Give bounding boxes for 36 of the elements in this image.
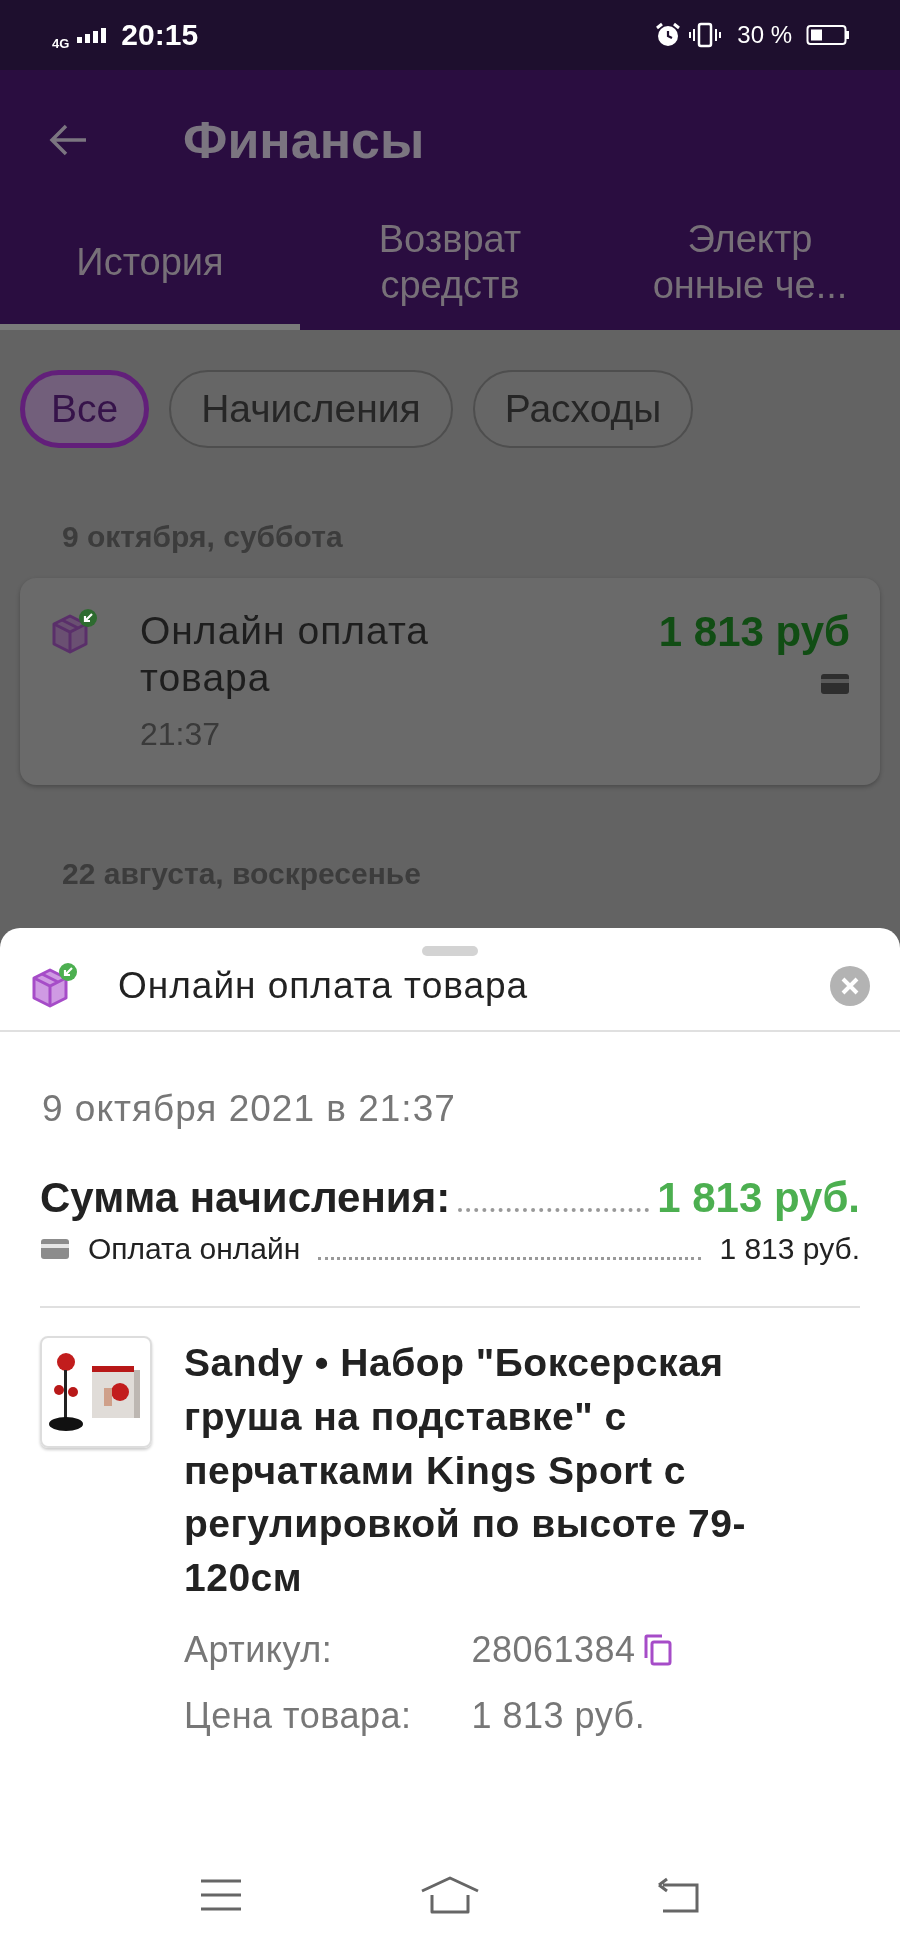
transaction-datetime: 9 октября 2021 в 21:37 <box>42 1088 457 1130</box>
filter-chip[interactable]: Начисления <box>169 370 453 448</box>
drag-handle[interactable] <box>422 946 478 956</box>
vibrate-icon <box>689 22 722 48</box>
total-label: Сумма начисления: <box>40 1174 451 1222</box>
network-label: 4G <box>52 36 70 51</box>
card-icon <box>40 1237 70 1261</box>
screen-title: Финансы <box>183 110 425 170</box>
status-time: 20:15 <box>121 18 199 52</box>
field-label: Цена товара: <box>184 1695 412 1738</box>
copy-icon[interactable] <box>643 1634 672 1667</box>
field-value: 28061384 <box>471 1629 636 1672</box>
total-amount: 1 813 руб. <box>657 1174 860 1222</box>
home-icon[interactable] <box>420 1875 480 1915</box>
field-value: 1 813 руб. <box>471 1695 646 1738</box>
payment-amount: 1 813 руб. <box>719 1232 860 1266</box>
alarm-clock-icon <box>655 22 682 48</box>
tab[interactable]: Электр онные че... <box>600 210 900 330</box>
field-label: Артикул: <box>184 1629 334 1672</box>
battery-percent: 30 % <box>737 21 792 49</box>
menu-icon[interactable] <box>198 1878 243 1912</box>
back-icon[interactable] <box>657 1877 702 1913</box>
tab[interactable]: Возврат средств <box>300 210 600 330</box>
card-icon <box>820 672 850 696</box>
transaction-amount: 1 813 руб <box>658 608 850 656</box>
back-arrow-icon[interactable] <box>48 123 88 157</box>
filter-chip[interactable]: Все <box>20 370 150 448</box>
sheet-title: Онлайн оплата товара <box>118 965 530 1007</box>
filter-chip[interactable]: Расходы <box>472 370 694 448</box>
product-name: Sandy • Набор "Боксерская груша на подставке" с перчатками Kings Sport с регулировкой по высоте 79-120см <box>184 1340 747 1602</box>
transaction-title: Онлайн оплата товара <box>140 608 430 701</box>
signal-icon <box>77 27 108 43</box>
payment-label: Оплата онлайн <box>88 1232 301 1266</box>
box-icon <box>50 608 98 656</box>
box-icon <box>30 962 78 1010</box>
battery-icon <box>806 24 850 46</box>
